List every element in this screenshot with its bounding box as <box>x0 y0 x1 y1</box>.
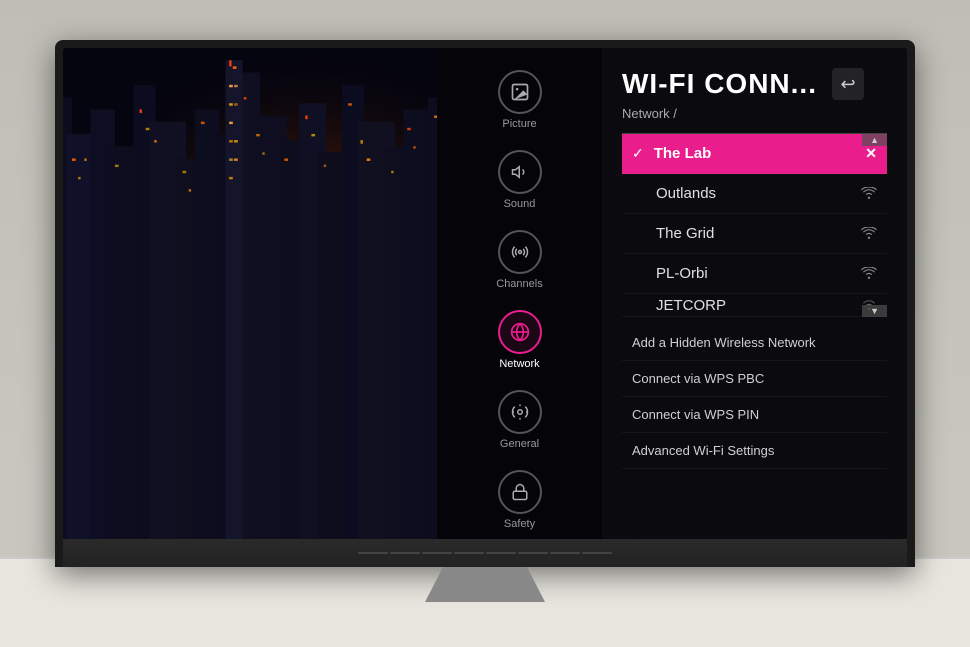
network-label: Network <box>499 358 539 370</box>
scroll-down-arrow[interactable]: ▼ <box>862 305 887 317</box>
tv-stand <box>425 567 545 602</box>
network-item-jetcorp[interactable]: JETCORP <box>622 294 887 317</box>
channels-label: Channels <box>496 278 542 290</box>
wifi-signal-icon-the-grid <box>861 226 877 242</box>
network-name-the-lab: The Lab <box>654 145 858 162</box>
network-item-outlands[interactable]: Outlands <box>622 174 887 214</box>
network-icon <box>498 310 542 354</box>
wifi-title: WI-FI CONN... <box>622 68 817 100</box>
network-item-the-lab[interactable]: ✓ The Lab ✕ <box>622 134 887 174</box>
network-item-pl-orbi[interactable]: PL-Orbi <box>622 254 887 294</box>
wifi-signal-icon-pl-orbi <box>861 266 877 282</box>
menu-overlay: Picture Sound Channels <box>437 48 907 539</box>
disconnect-button[interactable]: ✕ <box>865 145 877 162</box>
sidebar-item-network[interactable]: Network <box>437 298 602 378</box>
network-name-the-grid: The Grid <box>656 225 853 242</box>
scroll-up-arrow[interactable]: ▲ <box>862 134 887 146</box>
city-background <box>63 48 437 539</box>
sound-label: Sound <box>504 198 536 210</box>
tv-screen: Picture Sound Channels <box>63 48 907 539</box>
network-item-the-grid[interactable]: The Grid <box>622 214 887 254</box>
network-name-outlands: Outlands <box>656 185 853 202</box>
sidebar: Picture Sound Channels <box>437 48 602 539</box>
back-button[interactable]: ↩ <box>832 68 864 100</box>
channels-icon <box>498 230 542 274</box>
sidebar-item-sound[interactable]: Sound <box>437 138 602 218</box>
room-background: Picture Sound Channels <box>0 0 970 647</box>
tv-bezel-bottom <box>63 539 907 567</box>
wifi-main-content: WI-FI CONN... ↩ Network / ✓ <box>602 48 907 539</box>
network-name-jetcorp: JETCORP <box>656 297 853 314</box>
city-svg <box>63 48 437 539</box>
general-label: General <box>500 438 539 450</box>
extra-items: Add a Hidden Wireless Network Connect vi… <box>622 325 887 469</box>
safety-label: Safety <box>504 518 535 530</box>
sidebar-item-channels[interactable]: Channels <box>437 218 602 298</box>
network-list-wrapper: ✓ The Lab ✕ Outlands <box>622 134 887 317</box>
check-icon: ✓ <box>632 145 644 162</box>
picture-icon <box>498 70 542 114</box>
network-name-pl-orbi: PL-Orbi <box>656 265 853 282</box>
tv-frame: Picture Sound Channels <box>55 40 915 567</box>
wps-pin-item[interactable]: Connect via WPS PIN <box>622 397 887 433</box>
wifi-signal-icon-outlands <box>861 186 877 202</box>
network-list: ✓ The Lab ✕ Outlands <box>622 134 887 317</box>
wps-pbc-item[interactable]: Connect via WPS PBC <box>622 361 887 397</box>
advanced-wifi-item[interactable]: Advanced Wi-Fi Settings <box>622 433 887 469</box>
safety-icon <box>498 470 542 514</box>
picture-label: Picture <box>502 118 536 130</box>
wifi-header: WI-FI CONN... ↩ <box>622 68 887 100</box>
sidebar-item-general[interactable]: General <box>437 378 602 458</box>
sidebar-item-picture[interactable]: Picture <box>437 58 602 138</box>
breadcrumb: Network / <box>622 106 887 121</box>
add-hidden-network-item[interactable]: Add a Hidden Wireless Network <box>622 325 887 361</box>
general-icon <box>498 390 542 434</box>
sound-icon <box>498 150 542 194</box>
sidebar-item-safety[interactable]: Safety <box>437 458 602 538</box>
